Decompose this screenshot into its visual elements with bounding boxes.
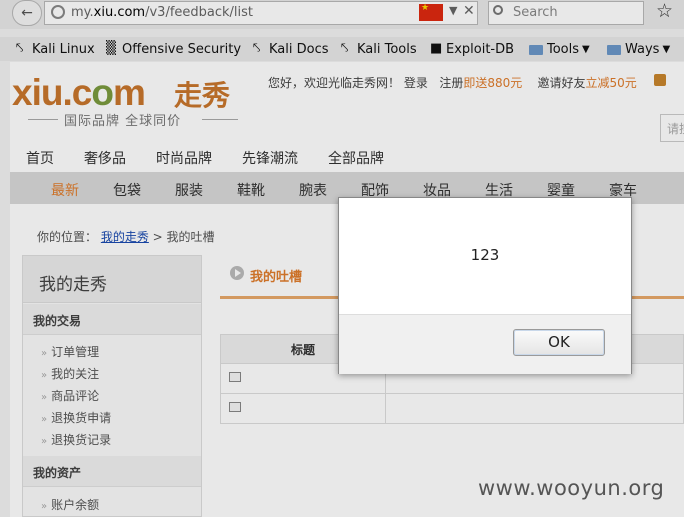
watermark: www.wooyun.org bbox=[478, 476, 665, 500]
alert-message: 123 bbox=[470, 246, 500, 264]
alert-footer: OK bbox=[339, 314, 631, 374]
ok-button[interactable]: OK bbox=[513, 329, 605, 356]
alert-dialog: 123 OK bbox=[338, 197, 632, 374]
